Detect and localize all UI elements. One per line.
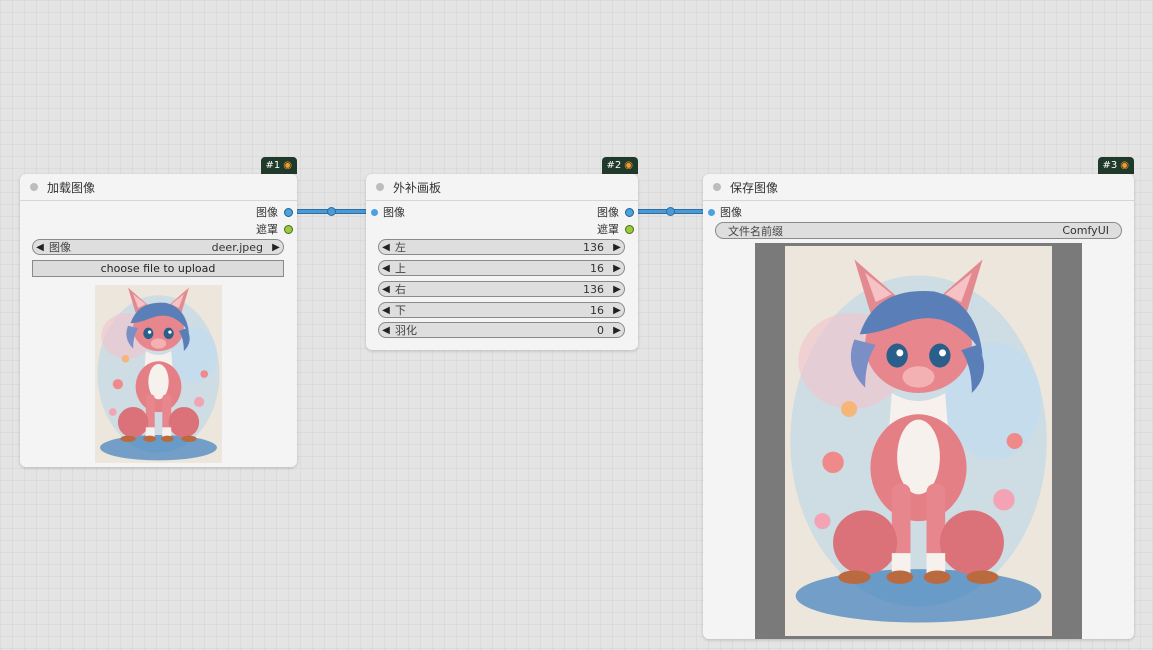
fox-icon: ◉: [624, 160, 633, 171]
triangle-right-icon[interactable]: ▶: [269, 242, 283, 253]
node-id-label: #2: [606, 160, 622, 171]
triangle-right-icon[interactable]: ▶: [610, 325, 624, 336]
widget-value: 16: [590, 303, 604, 317]
triangle-left-icon[interactable]: ◀: [379, 263, 393, 274]
node-header[interactable]: 加载图像: [20, 174, 297, 201]
output-port-mask[interactable]: [625, 224, 634, 234]
input-port-image[interactable]: [708, 208, 715, 216]
fox-icon: ◉: [283, 160, 292, 171]
image-preview: [95, 281, 222, 467]
link-midpoint-1-to-2[interactable]: [327, 207, 336, 216]
widget-label: 左: [395, 241, 406, 254]
collapse-toggle-icon[interactable]: [376, 183, 384, 191]
triangle-left-icon[interactable]: ◀: [33, 242, 47, 253]
widget-value: 136: [583, 240, 604, 254]
node-load-image[interactable]: #1 ◉ 加载图像 图像 遮罩 ◀ 图像 deer.jpeg ▶ choose …: [20, 157, 297, 467]
node-pad-image[interactable]: #2 ◉ 外补画板 图像 图像 遮罩 ◀ 左 136 ▶ ◀ 上 16 ▶ ◀ …: [366, 157, 638, 350]
pad-top-widget[interactable]: ◀ 上 16 ▶: [378, 260, 625, 276]
node-id-label: #1: [265, 160, 281, 171]
collapse-toggle-icon[interactable]: [30, 183, 38, 191]
input-slot-image[interactable]: 图像: [708, 205, 742, 219]
widget-value: 136: [583, 282, 604, 296]
output-slot-label: 遮罩: [597, 223, 619, 236]
node-title: 加载图像: [47, 180, 96, 195]
output-port-mask[interactable]: [284, 224, 293, 234]
node-badge: #3 ◉: [1097, 157, 1134, 174]
output-slot-label: 图像: [256, 206, 278, 219]
widget-label: 羽化: [395, 324, 417, 337]
triangle-right-icon[interactable]: ▶: [610, 284, 624, 295]
widget-value: deer.jpeg: [211, 240, 263, 254]
link-midpoint-2-to-3[interactable]: [666, 207, 675, 216]
widget-label: 下: [395, 304, 406, 317]
node-header[interactable]: 外补画板: [366, 174, 638, 201]
image-combo-widget[interactable]: ◀ 图像 deer.jpeg ▶: [32, 239, 284, 255]
widget-label: 上: [395, 262, 406, 275]
output-port-image[interactable]: [284, 207, 293, 217]
triangle-right-icon[interactable]: ▶: [610, 305, 624, 316]
fox-icon: ◉: [1120, 160, 1129, 171]
output-slot-label: 遮罩: [256, 223, 278, 236]
node-id-label: #3: [1102, 160, 1118, 171]
output-slot-image[interactable]: 图像: [256, 205, 293, 219]
triangle-left-icon[interactable]: ◀: [379, 284, 393, 295]
padded-image: [785, 246, 1052, 636]
output-slot-label: 图像: [597, 206, 619, 219]
triangle-left-icon[interactable]: ◀: [379, 305, 393, 316]
widget-label: 右: [395, 283, 406, 296]
node-title: 保存图像: [730, 180, 779, 195]
output-port-image[interactable]: [625, 207, 634, 217]
triangle-right-icon[interactable]: ▶: [610, 263, 624, 274]
output-image-preview: [755, 243, 1082, 639]
node-save-image[interactable]: #3 ◉ 保存图像 图像 文件名前缀 ComfyUI: [703, 157, 1134, 639]
pad-right-widget[interactable]: ◀ 右 136 ▶: [378, 281, 625, 297]
input-port-image[interactable]: [371, 208, 378, 216]
widget-value: 0: [597, 323, 604, 337]
pad-left-widget[interactable]: ◀ 左 136 ▶: [378, 239, 625, 255]
feathering-widget[interactable]: ◀ 羽化 0 ▶: [378, 322, 625, 338]
widget-label: 图像: [49, 241, 71, 254]
node-badge: #1 ◉: [260, 157, 297, 174]
widget-value: ComfyUI: [1062, 224, 1109, 237]
node-title: 外补画板: [393, 180, 442, 195]
input-slot-label: 图像: [720, 206, 742, 219]
upload-button[interactable]: choose file to upload: [32, 260, 284, 277]
node-header[interactable]: 保存图像: [703, 174, 1134, 201]
output-slot-mask[interactable]: 遮罩: [256, 222, 293, 236]
output-slot-image[interactable]: 图像: [597, 205, 634, 219]
input-slot-label: 图像: [383, 206, 405, 219]
input-slot-image[interactable]: 图像: [371, 205, 405, 219]
widget-value: 16: [590, 261, 604, 275]
filename-prefix-widget[interactable]: 文件名前缀 ComfyUI: [715, 222, 1122, 239]
collapse-toggle-icon[interactable]: [713, 183, 721, 191]
triangle-left-icon[interactable]: ◀: [379, 242, 393, 253]
triangle-right-icon[interactable]: ▶: [610, 242, 624, 253]
pad-bottom-widget[interactable]: ◀ 下 16 ▶: [378, 302, 625, 318]
triangle-left-icon[interactable]: ◀: [379, 325, 393, 336]
node-badge: #2 ◉: [601, 157, 638, 174]
widget-label: 文件名前缀: [728, 224, 783, 238]
output-slot-mask[interactable]: 遮罩: [597, 222, 634, 236]
